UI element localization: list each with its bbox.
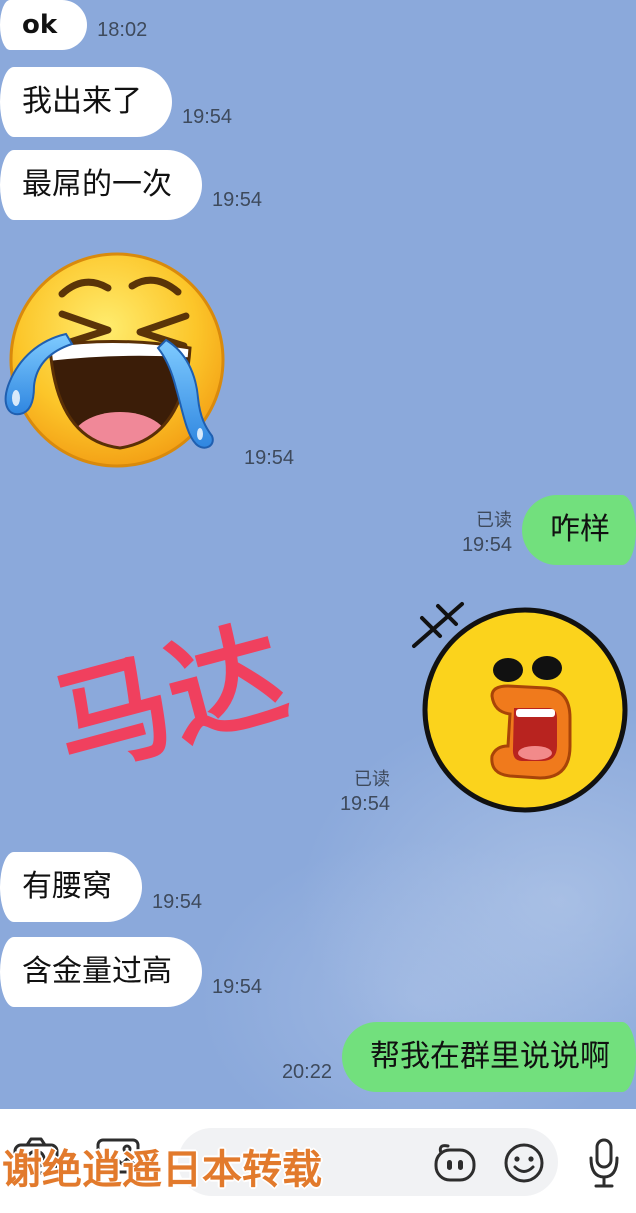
message-time: 19:54 xyxy=(212,976,263,998)
read-receipt: 已读 xyxy=(476,510,512,531)
watermark-text: 谢绝逍遥日本转载 xyxy=(2,1147,322,1193)
chat-screen: ok 18:02 我出来了 19:54 最屌的一次 19:54 19:54 已读… xyxy=(0,0,636,1213)
ai-chat-icon[interactable] xyxy=(432,1142,478,1184)
message-bubble[interactable]: 最屌的一次 xyxy=(0,150,202,220)
message-bubble[interactable]: 咋样 xyxy=(522,495,636,565)
message-bubble[interactable]: 我出来了 xyxy=(0,67,172,137)
message-row: 19:54 xyxy=(0,248,294,470)
face-with-tears-of-joy-icon[interactable] xyxy=(0,248,236,470)
message-row: 已读 19:54 咋样 xyxy=(462,495,636,565)
message-meta: 已读 19:54 xyxy=(462,509,512,557)
annotation-text: 马达 xyxy=(40,605,300,796)
message-time: 19:54 xyxy=(339,793,390,815)
message-time: 19:54 xyxy=(212,189,263,211)
message-row: 有腰窝 19:54 xyxy=(0,852,202,922)
message-time: 19:54 xyxy=(461,534,512,556)
message-bubble[interactable]: 有腰窝 xyxy=(0,852,142,922)
microphone-icon[interactable] xyxy=(587,1138,621,1190)
message-time: 20:22 xyxy=(281,1061,332,1083)
message-time: 19:54 xyxy=(152,891,203,913)
message-row: 已读 19:54 xyxy=(340,596,636,816)
message-bubble[interactable]: 帮我在群里说说啊 xyxy=(342,1022,636,1092)
message-row: 20:22 帮我在群里说说啊 xyxy=(282,1022,636,1092)
message-time: 19:54 xyxy=(182,106,233,128)
message-bubble[interactable]: ok xyxy=(0,0,88,50)
message-time: 19:54 xyxy=(244,447,295,469)
emoji-icon[interactable] xyxy=(502,1141,546,1185)
shocked-chick-face-icon[interactable] xyxy=(400,596,636,816)
message-row: 最屌的一次 19:54 xyxy=(0,150,262,220)
message-row: 我出来了 19:54 xyxy=(0,67,232,137)
message-bubble[interactable]: 含金量过高 xyxy=(0,937,202,1007)
read-receipt: 已读 xyxy=(354,769,390,790)
message-time: 18:02 xyxy=(97,19,148,41)
message-row: ok 18:02 xyxy=(0,0,147,50)
message-row: 含金量过高 19:54 xyxy=(0,937,262,1007)
message-meta: 已读 19:54 xyxy=(340,768,390,816)
